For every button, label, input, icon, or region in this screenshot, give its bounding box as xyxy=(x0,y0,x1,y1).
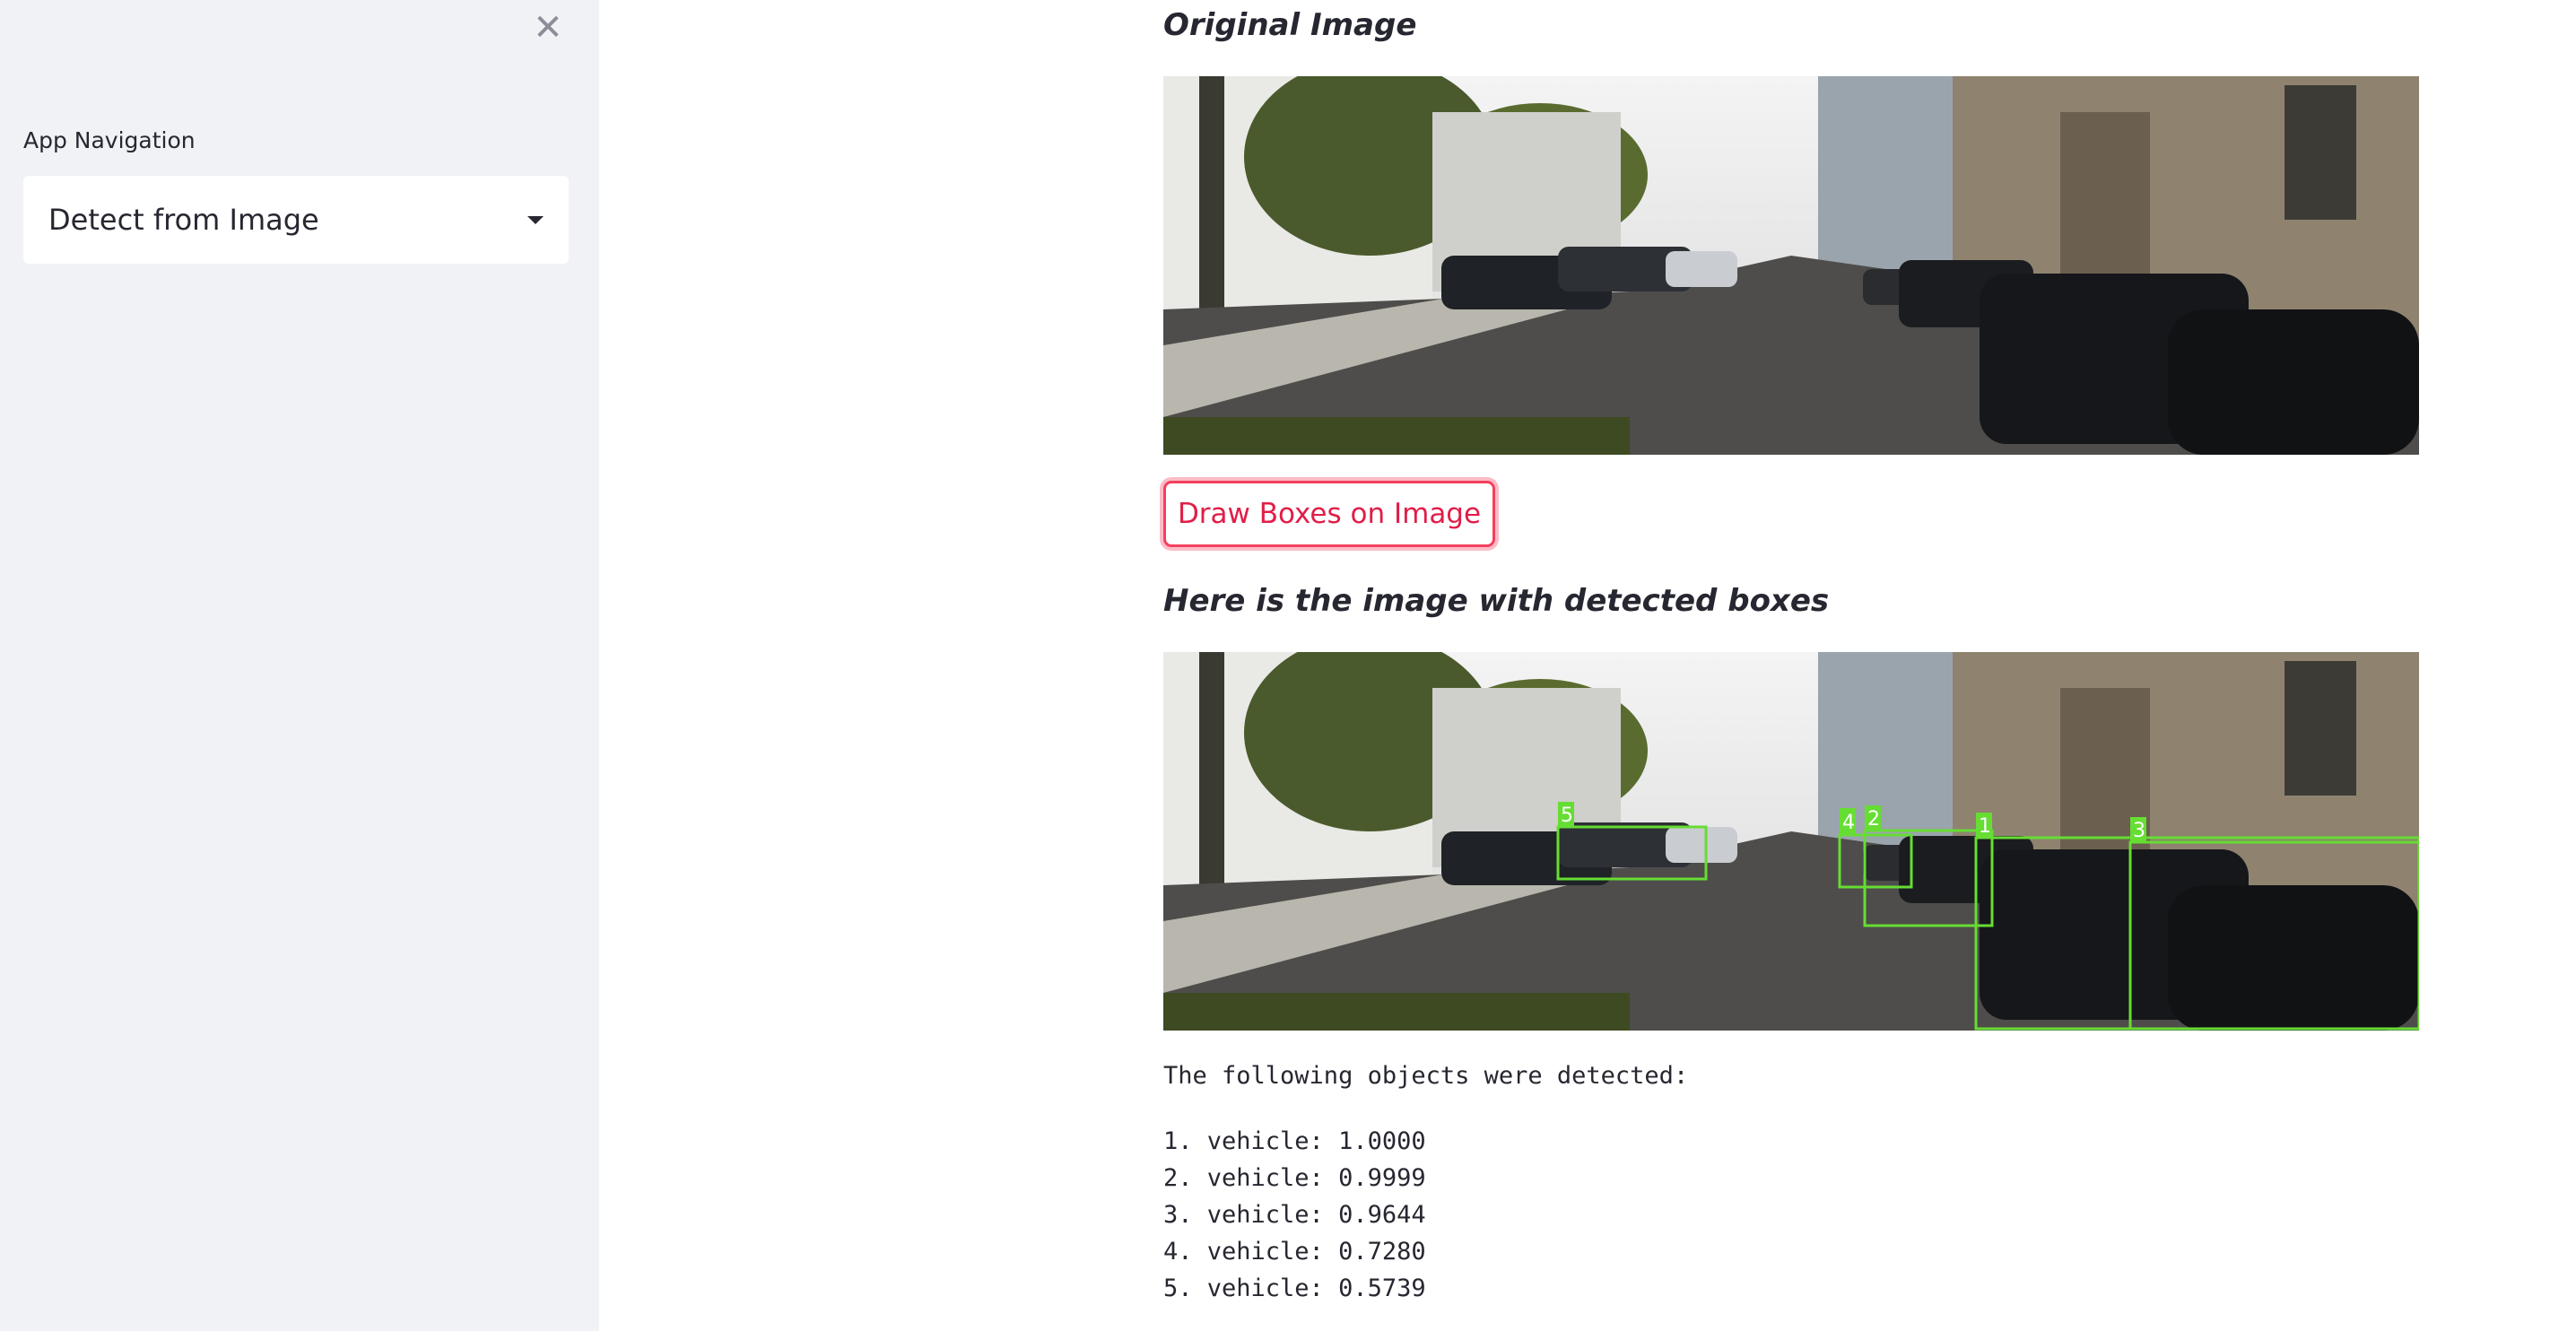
close-icon[interactable]: ✕ xyxy=(530,10,566,46)
detection-label-4: 4 xyxy=(1842,812,1855,834)
list-item: 2. vehicle: 0.9999 xyxy=(1163,1164,1426,1192)
original-image xyxy=(1163,76,2419,455)
detection-label-1: 1 xyxy=(1979,815,1991,838)
list-item: 3. vehicle: 0.9644 xyxy=(1163,1201,1426,1229)
detection-label-5: 5 xyxy=(1561,805,1573,827)
detection-label-2: 2 xyxy=(1867,808,1880,831)
list-item: 5. vehicle: 0.5739 xyxy=(1163,1274,1426,1302)
detections-list: 1. vehicle: 1.0000 2. vehicle: 0.9999 3.… xyxy=(1163,1123,1426,1307)
detected-intro-text: The following objects were detected: xyxy=(1163,1062,1689,1090)
draw-boxes-button[interactable]: Draw Boxes on Image xyxy=(1163,481,1495,547)
detected-image: 5 4 2 1 3 xyxy=(1163,652,2419,1031)
sidebar: ✕ App Navigation Detect from Image xyxy=(0,0,599,1331)
app-navigation-label: App Navigation xyxy=(23,127,196,153)
list-item: 4. vehicle: 0.7280 xyxy=(1163,1238,1426,1266)
caret-down-icon xyxy=(527,215,544,224)
detection-label-3: 3 xyxy=(2133,820,2145,842)
app-navigation-select[interactable]: Detect from Image xyxy=(23,176,569,264)
original-image-heading: Original Image xyxy=(1163,7,1417,43)
detected-boxes-heading: Here is the image with detected boxes xyxy=(1163,583,1830,619)
select-value: Detect from Image xyxy=(48,203,319,237)
list-item: 1. vehicle: 1.0000 xyxy=(1163,1127,1426,1155)
